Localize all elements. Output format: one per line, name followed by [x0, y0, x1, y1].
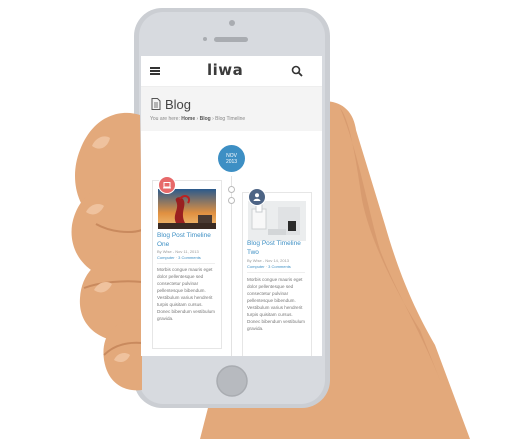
timeline-node: [228, 186, 235, 193]
post-excerpt-one: Morbis congue mauris eget dolor pellente…: [157, 267, 215, 321]
breadcrumb-home[interactable]: Home: [181, 116, 195, 122]
post-divider: [247, 272, 305, 273]
breadcrumb-current: Blog Timeline: [215, 116, 246, 122]
phone-home-button[interactable]: [216, 365, 248, 397]
post-excerpt-two: Morbis congue mauris eget dolor pellente…: [247, 277, 305, 331]
post-meta-one: By Wise - Nov 11, 2013 Computer · 3 Comm…: [157, 249, 201, 260]
post-title-one[interactable]: Blog Post Timeline One: [157, 231, 217, 249]
top-bar: liwa: [141, 56, 322, 87]
post-type-image-icon: [158, 176, 176, 194]
post-thumbnail-desk[interactable]: [248, 201, 306, 241]
timeline-year: 2013: [225, 159, 238, 165]
post-type-user-icon: [248, 188, 266, 206]
site-logo[interactable]: liwa: [207, 61, 243, 79]
phone-sensor: [203, 37, 207, 41]
post-meta-two: By Wise - Nov 14, 2013 Computer · 3 Comm…: [247, 258, 291, 269]
page-title: Blog: [165, 97, 192, 112]
timeline-node: [228, 197, 235, 204]
post-thumbnail-sculpture[interactable]: [158, 189, 216, 229]
phone-camera: [229, 20, 235, 26]
document-icon: [151, 98, 161, 110]
phone-screen: liwa Blog You are here: Home › Blog › Bl…: [141, 56, 322, 356]
menu-icon[interactable]: [150, 67, 160, 75]
breadcrumb-blog[interactable]: Blog: [200, 116, 211, 122]
search-icon[interactable]: [291, 65, 303, 77]
timeline-date-badge: NOV 2013: [218, 145, 245, 172]
breadcrumb: You are here: Home › Blog › Blog Timelin…: [150, 116, 246, 122]
post-title-two[interactable]: Blog Post Timeline Two: [247, 239, 309, 257]
post-divider: [157, 263, 215, 264]
blog-post-card[interactable]: [152, 180, 222, 349]
phone-speaker: [214, 37, 248, 42]
